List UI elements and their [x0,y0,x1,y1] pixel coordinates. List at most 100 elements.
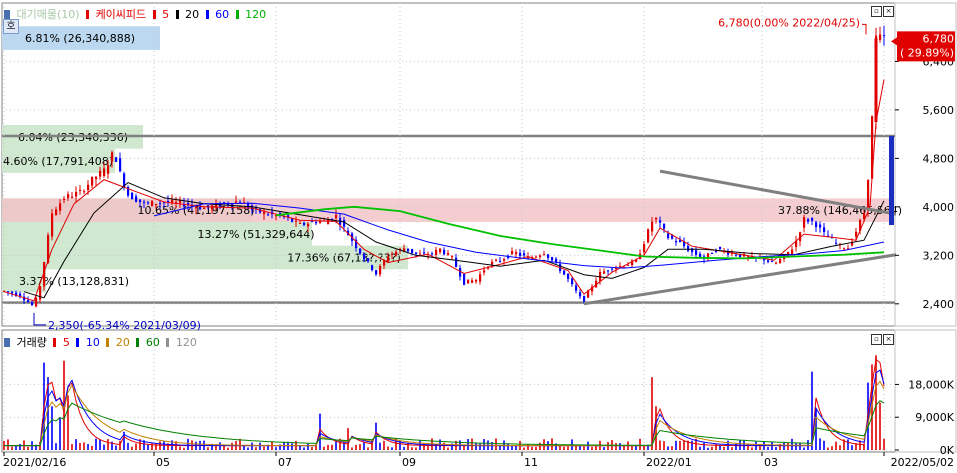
legend-item-volume[interactable]: 거래량 [17,336,47,349]
price-pane-maximize-button[interactable]: ▫ [871,6,882,17]
candle-body [99,170,102,177]
candle-body [367,258,370,262]
candle-body [803,217,806,228]
candle-body [175,201,178,203]
legend-item-ma5[interactable]: 5 [162,8,169,21]
volume-bar [411,447,413,450]
candle-body [515,252,518,255]
volume-bar [207,447,209,450]
stock-chart-window: 6.81% (26,340,888) 6.04% (23,340,336) 4.60… [0,0,957,470]
candle-body [75,191,78,197]
candle-body [139,199,142,203]
candle-body [379,266,382,275]
legend-item-vol60[interactable]: 60 [146,336,160,349]
volume-bar [639,438,641,450]
candle-body [95,176,98,180]
candle-body [343,220,346,227]
candle-body [35,297,38,307]
volume-bar [531,446,533,450]
volume-tick-label: 9,000K [915,411,954,424]
candle-body [299,222,302,224]
volume-bar [731,447,733,450]
volume-bar [179,446,181,450]
candle-body [395,251,398,256]
candle-body [307,223,310,227]
volume-bar [483,439,485,450]
candle-body [647,229,650,243]
volume-bar [247,447,249,450]
legend-item-vol20[interactable]: 20 [116,336,130,349]
legend-item-supply[interactable]: 대기매물(10) [17,8,80,21]
candle-body [471,280,474,283]
volume-bar [495,438,497,450]
legend-item-ma60[interactable]: 60 [215,8,229,21]
volume-bar [303,447,305,450]
volume-bar [427,446,429,450]
volume-bar [835,441,837,450]
candle-body [711,252,714,254]
candle-body [867,179,870,211]
legend-item-vol10[interactable]: 10 [86,336,100,349]
legend-item-ma120[interactable]: 120 [245,8,266,21]
candle-body [39,286,42,300]
volume-bar [875,355,877,450]
price-pane-close-button[interactable]: × [883,6,894,17]
volume-bar [847,439,849,450]
candle-body [511,251,514,255]
volume-bar [327,444,329,450]
volume-bar [243,445,245,450]
x-tick-label: 05 [156,456,170,469]
legend-item-stock[interactable]: 케이씨피드 [96,8,147,21]
volume-bar [71,444,73,450]
volume-bar [463,445,465,450]
volume-bar [115,445,117,450]
candle-body [87,184,90,191]
volume-bar [563,446,565,450]
x-tick-label: 2022/01 [646,456,692,469]
volume-bar [291,443,293,450]
legend-color-mark [166,338,170,347]
volume-bar [127,442,129,450]
volume-bar [107,439,109,450]
candle-body [79,189,82,191]
volume-bar [307,443,309,450]
volume-bar [827,447,829,450]
volume-bar [231,442,233,450]
volume-bar [603,447,605,450]
candle-body [791,249,794,255]
candle-body [747,256,750,258]
volume-bar [331,444,333,450]
candle-body [31,302,34,306]
candle-body [659,220,662,223]
volume-bar [511,446,513,450]
candle-body [291,218,294,222]
candle-body [151,200,154,207]
volume-bar [663,441,665,450]
candle-body [611,268,614,270]
volume-bar [359,444,361,450]
volume-pane-close-button[interactable]: × [883,334,894,345]
volume-bar [239,438,241,450]
volume-pane-maximize-button[interactable]: ▫ [871,334,882,345]
volume-bar [719,445,721,450]
volume-legend: 거래량 5 10 20 60 120 [4,334,200,350]
volume-bar [51,406,53,450]
volume-bar [251,442,253,450]
chart-canvas: 6.81% (26,340,888) 6.04% (23,340,336) 4.60… [1,2,957,469]
volume-bar [323,446,325,450]
candle-body [523,253,526,256]
left-badge[interactable]: 호 [3,19,19,34]
legend-item-ma20[interactable]: 20 [185,8,199,21]
candle-body [651,221,654,232]
price-pane-frame [1,2,896,327]
candle-body [71,196,74,198]
candle-body [823,227,826,233]
volume-bar [347,428,349,450]
volume-bar [839,445,841,450]
legend-color-mark [76,338,80,347]
legend-item-vol5[interactable]: 5 [63,336,70,349]
volume-bar [259,442,261,450]
legend-item-vol120[interactable]: 120 [176,336,197,349]
volume-bar [27,446,29,450]
candle-body [583,295,586,302]
